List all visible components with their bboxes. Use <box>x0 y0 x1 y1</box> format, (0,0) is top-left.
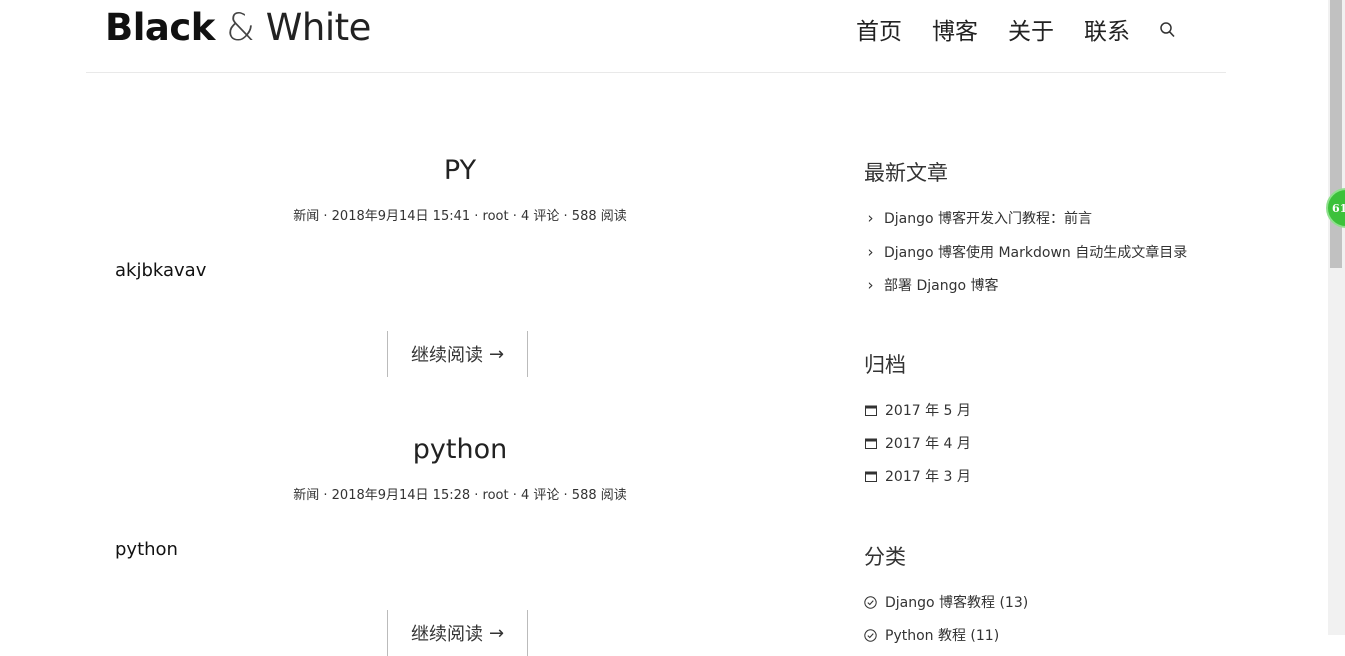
nav-about[interactable]: 关于 <box>1008 12 1054 46</box>
chevron-right-icon: › <box>867 243 874 261</box>
nav-home[interactable]: 首页 <box>856 12 902 46</box>
category-label: Python 教程 (11) <box>885 628 1000 644</box>
recent-post-link[interactable]: › Django 博客开发入门教程：前言 <box>864 208 1093 228</box>
category-link[interactable]: Django 博客教程 (13) <box>864 592 1028 612</box>
main-nav: 首页 博客 关于 联系 <box>856 12 1177 46</box>
arrow-right-icon: → <box>488 343 505 365</box>
chevron-right-icon: › <box>867 276 874 294</box>
check-circle-icon <box>864 628 877 642</box>
archive-label: 2017 年 3 月 <box>885 469 971 485</box>
calendar-icon <box>864 405 877 416</box>
widget-archive: 归档 2017 年 5 月 2017 年 4 月 2017 年 3 月 <box>864 349 1224 485</box>
header-divider <box>86 72 1226 73</box>
chevron-right-icon: › <box>867 209 874 227</box>
archive-link[interactable]: 2017 年 3 月 <box>864 466 971 486</box>
recent-post-title: Django 博客开发入门教程：前言 <box>884 211 1093 227</box>
widget-recent-posts: 最新文章 › Django 博客开发入门教程：前言 › Django 博客使用 … <box>864 157 1224 294</box>
widget-categories: 分类 Django 博客教程 (13) Python 教程 (11) <box>864 541 1224 644</box>
read-more-label: 继续阅读 <box>410 624 483 645</box>
check-circle-icon <box>864 595 877 609</box>
recent-post-title: Django 博客使用 Markdown 自动生成文章目录 <box>884 245 1188 261</box>
post-meta: 新闻 · 2018年9月14日 15:41 · root · 4 评论 · 58… <box>293 209 627 224</box>
nav-contact[interactable]: 联系 <box>1084 12 1130 46</box>
post-title[interactable]: python <box>105 434 815 465</box>
widget-title: 归档 <box>864 353 906 377</box>
post-item: python 新闻 · 2018年9月14日 15:28 · root · 4 … <box>105 434 815 656</box>
nav-blog[interactable]: 博客 <box>932 12 978 46</box>
archive-link[interactable]: 2017 年 5 月 <box>864 400 971 420</box>
logo-part1: Black <box>105 6 215 49</box>
search-icon[interactable] <box>1159 20 1177 40</box>
post-meta: 新闻 · 2018年9月14日 15:28 · root · 4 评论 · 58… <box>293 488 627 503</box>
recent-post-title: 部署 Django 博客 <box>884 278 999 294</box>
widget-title: 最新文章 <box>864 161 948 185</box>
category-label: Django 博客教程 (13) <box>885 595 1029 611</box>
badge-count: 61 <box>1332 201 1345 215</box>
post-excerpt: python <box>115 539 178 560</box>
archive-link[interactable]: 2017 年 4 月 <box>864 433 971 453</box>
post-item: PY 新闻 · 2018年9月14日 15:41 · root · 4 评论 ·… <box>105 155 815 377</box>
widget-title: 分类 <box>864 545 906 569</box>
site-logo[interactable]: Black & White <box>105 6 371 49</box>
archive-label: 2017 年 5 月 <box>885 403 971 419</box>
logo-ampersand: & <box>226 6 255 49</box>
recent-post-link[interactable]: › 部署 Django 博客 <box>864 275 999 295</box>
read-more-label: 继续阅读 <box>410 345 483 366</box>
calendar-icon <box>864 438 877 449</box>
recent-post-link[interactable]: › Django 博客使用 Markdown 自动生成文章目录 <box>864 242 1188 262</box>
scrollbar-thumb[interactable] <box>1330 0 1342 268</box>
read-more-button[interactable]: 继续阅读 → <box>387 610 528 656</box>
category-link[interactable]: Python 教程 (11) <box>864 625 999 645</box>
arrow-right-icon: → <box>488 622 505 644</box>
post-excerpt: akjbkavav <box>115 260 207 281</box>
read-more-button[interactable]: 继续阅读 → <box>387 331 528 377</box>
logo-part2: White <box>265 6 372 49</box>
calendar-icon <box>864 471 877 482</box>
archive-label: 2017 年 4 月 <box>885 436 971 452</box>
post-title[interactable]: PY <box>105 155 815 186</box>
